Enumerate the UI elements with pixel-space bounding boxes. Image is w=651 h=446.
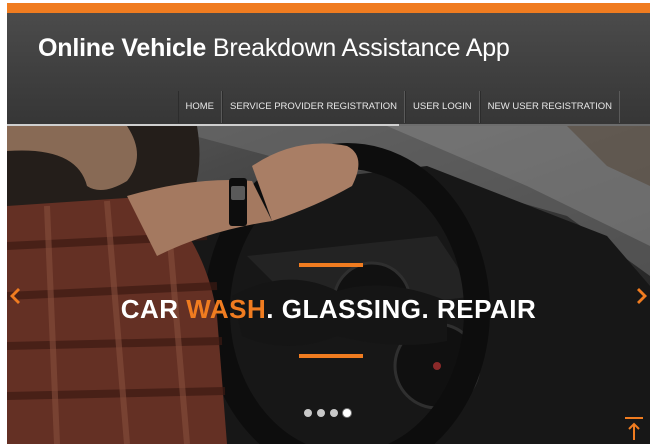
site-header: Online Vehicle Breakdown Assistance App … [7,13,650,125]
site-title-bold: Online Vehicle [38,34,207,62]
site-title-rest: Breakdown Assistance App [212,34,510,62]
prev-slide-button[interactable] [7,286,23,306]
slider-dot-4[interactable] [343,409,351,417]
arrow-up-icon [625,417,643,440]
nav-item-new-user-registration[interactable]: NEW USER REGISTRATION [479,91,620,123]
headline-rule-top [299,263,363,267]
nav-item-home[interactable]: HOME [177,91,223,123]
slider-pagination [304,409,351,417]
chevron-right-icon [637,288,647,304]
slider-dot-2[interactable] [317,409,325,417]
headline-rule-bottom [299,354,363,358]
slider-dot-1[interactable] [304,409,312,417]
back-to-top-button[interactable] [623,416,645,442]
slider-dot-3[interactable] [330,409,338,417]
chevron-left-icon [10,288,20,304]
headline-part2: . GLASSING. REPAIR [266,294,537,324]
main-nav: HOME SERVICE PROVIDER REGISTRATION USER … [177,91,620,123]
nav-item-user-login[interactable]: USER LOGIN [405,91,480,123]
hero-slider: CAR WASH. GLASSING. REPAIR [7,126,650,444]
nav-item-service-provider-registration[interactable]: SERVICE PROVIDER REGISTRATION [222,91,405,123]
slide-overlay [7,126,650,444]
site-title[interactable]: Online Vehicle Breakdown Assistance App [38,34,510,63]
headline-accent: WASH [186,294,267,324]
next-slide-button[interactable] [634,286,650,306]
slide-headline: CAR WASH. GLASSING. REPAIR [7,294,650,325]
page-frame: Online Vehicle Breakdown Assistance App … [7,3,650,444]
headline-part1: CAR [120,294,187,324]
accent-strip [7,3,650,13]
